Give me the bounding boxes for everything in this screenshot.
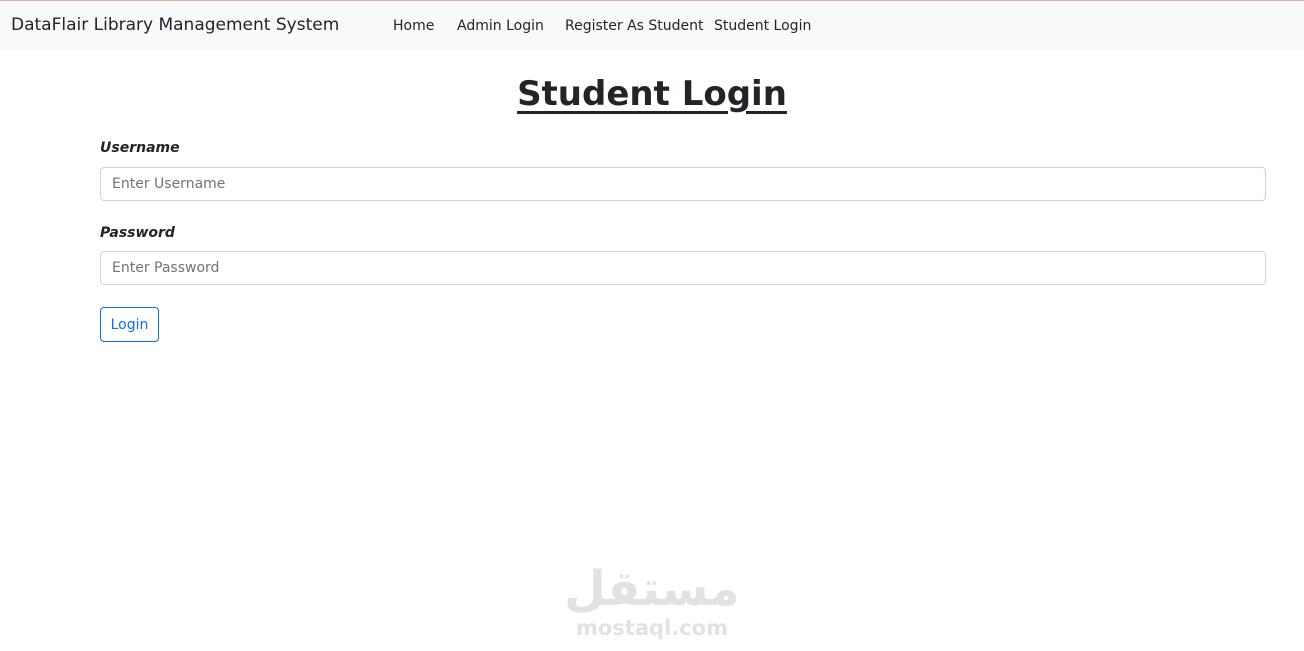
- password-input[interactable]: [100, 251, 1266, 285]
- navbar: DataFlair Library Management System Home…: [0, 1, 1304, 50]
- page-title: Student Login: [517, 74, 787, 114]
- nav-link-student-login[interactable]: Student Login: [714, 18, 811, 34]
- nav-link-register-as-student[interactable]: Register As Student: [565, 18, 704, 34]
- navbar-brand[interactable]: DataFlair Library Management System: [11, 15, 339, 35]
- watermark-domain: mostaql.com: [576, 616, 728, 640]
- watermark-logo: مستقل: [564, 561, 740, 617]
- watermark: مستقل mostaql.com: [552, 562, 752, 640]
- username-input[interactable]: [100, 167, 1266, 201]
- password-label: Password: [100, 225, 175, 241]
- nav-link-admin-login[interactable]: Admin Login: [457, 18, 544, 34]
- login-button[interactable]: Login: [100, 307, 159, 342]
- username-label: Username: [100, 140, 180, 156]
- nav-link-home[interactable]: Home: [393, 18, 434, 34]
